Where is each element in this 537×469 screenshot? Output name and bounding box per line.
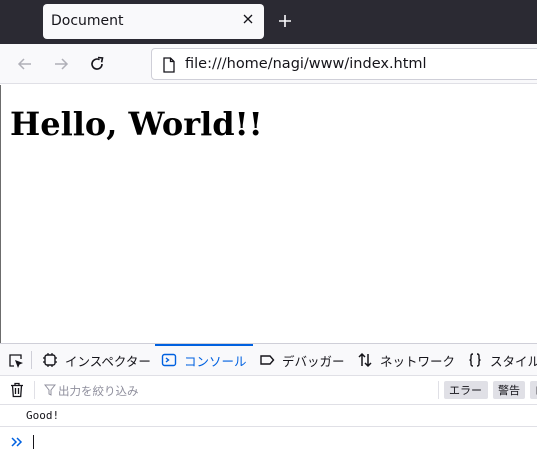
reload-icon[interactable] <box>87 54 107 74</box>
tab-console-label: コンソール <box>184 353 247 369</box>
page-content: Hello, World!! <box>0 85 537 343</box>
tab-debugger-label: デバッガー <box>282 353 345 369</box>
style-editor-icon <box>469 353 481 367</box>
filter-icon <box>44 384 56 396</box>
console-output: Good! <box>0 405 537 427</box>
console-filter-input[interactable] <box>58 382 358 399</box>
network-icon <box>358 352 372 368</box>
console-icon <box>161 353 177 367</box>
tab-inspector[interactable]: インスペクター <box>42 344 151 376</box>
forward-icon[interactable] <box>51 54 71 74</box>
tab-network-label: ネットワーク <box>380 353 456 369</box>
page-heading: Hello, World!! <box>10 105 263 143</box>
back-icon[interactable] <box>15 54 35 74</box>
filter-errors-button[interactable]: エラー <box>444 381 488 399</box>
close-icon[interactable] <box>240 11 256 27</box>
console-filter-bar: エラー 警告 ロ <box>0 376 537 405</box>
tab-title: Document <box>51 13 124 29</box>
filter-logs-button[interactable]: ロ <box>530 381 537 399</box>
console-message: Good! <box>26 409 60 422</box>
toolbar-separator <box>31 351 32 369</box>
tab-style-editor[interactable]: スタイル <box>467 344 537 376</box>
debugger-icon <box>260 355 275 365</box>
tab-inspector-label: インスペクター <box>65 353 151 369</box>
url-text: file:///home/nagi/www/index.html <box>185 56 427 72</box>
console-input[interactable] <box>0 427 537 469</box>
devtools-panel: インスペクター コンソール デバッガー ネットワーク スタイル 出力を絞り込み … <box>0 343 537 469</box>
browser-tab[interactable]: Document <box>43 4 264 39</box>
chevron-right-double-icon <box>11 437 23 447</box>
devtools-toolbar: インスペクター コンソール デバッガー ネットワーク スタイル <box>0 344 537 376</box>
new-tab-icon[interactable] <box>276 12 294 30</box>
trash-icon[interactable] <box>10 382 24 398</box>
filter-separator <box>438 381 439 399</box>
tab-style-editor-label: スタイル <box>490 353 537 369</box>
navigation-toolbar: file:///home/nagi/www/index.html <box>0 44 537 84</box>
filter-warnings-button[interactable]: 警告 <box>493 381 525 399</box>
element-picker-icon[interactable] <box>8 353 24 369</box>
inspector-icon <box>43 353 57 367</box>
page-icon <box>163 57 175 73</box>
filter-separator <box>34 381 35 399</box>
text-caret <box>33 435 34 449</box>
tab-strip: Document <box>0 0 537 44</box>
url-bar[interactable]: file:///home/nagi/www/index.html <box>151 48 537 80</box>
tab-network[interactable]: ネットワーク <box>357 344 455 376</box>
tab-console[interactable]: コンソール <box>155 344 253 376</box>
tab-debugger[interactable]: デバッガー <box>259 344 345 376</box>
